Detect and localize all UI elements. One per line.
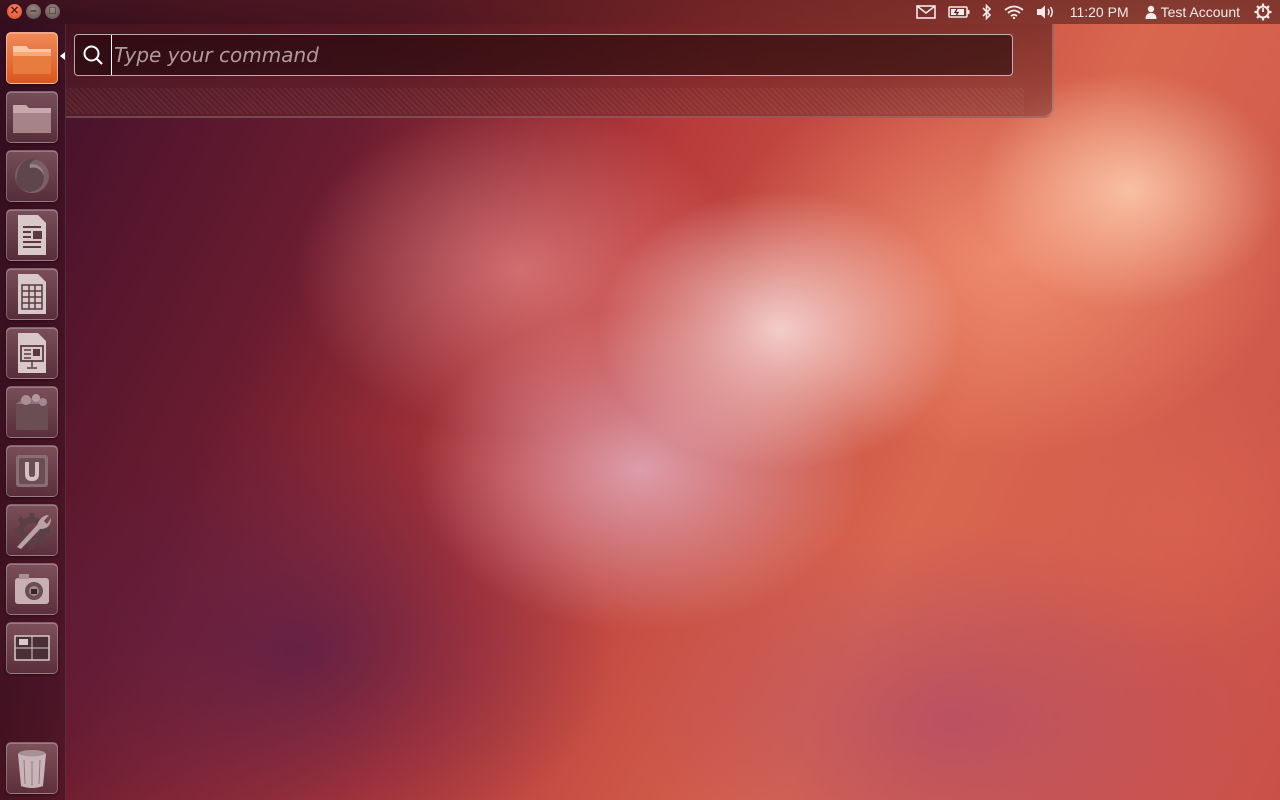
volume-icon[interactable] bbox=[1030, 0, 1062, 24]
mail-icon[interactable] bbox=[910, 0, 942, 24]
launcher-dash-home-button[interactable] bbox=[6, 32, 58, 84]
launcher-workspace-switcher-button[interactable] bbox=[6, 622, 58, 674]
minimize-window-button[interactable]: – bbox=[26, 4, 41, 19]
close-window-button[interactable]: ✕ bbox=[7, 4, 22, 19]
desktop-wallpaper bbox=[0, 0, 1280, 800]
launcher bbox=[0, 24, 66, 800]
folder-orange-icon bbox=[13, 46, 51, 74]
user-name: Test Account bbox=[1160, 4, 1240, 20]
launcher-files-button[interactable] bbox=[6, 91, 58, 143]
camera-icon bbox=[15, 574, 49, 604]
folder-icon bbox=[13, 105, 51, 133]
presentation-icon bbox=[18, 333, 46, 373]
spreadsheet-icon bbox=[18, 274, 46, 314]
ubuntu-one-icon bbox=[16, 455, 48, 487]
launcher-trash-button[interactable] bbox=[6, 742, 58, 794]
launcher-system-settings-button[interactable] bbox=[6, 504, 58, 556]
hud-results-strip bbox=[66, 88, 1024, 114]
active-indicator bbox=[60, 52, 65, 60]
launcher-impress-button[interactable] bbox=[6, 327, 58, 379]
launcher-firefox-button[interactable] bbox=[6, 150, 58, 202]
shopping-bag-icon bbox=[16, 394, 48, 430]
launcher-ubuntu-one-button[interactable] bbox=[6, 445, 58, 497]
window-controls: ✕ – □ bbox=[7, 4, 60, 19]
trash-icon bbox=[18, 750, 46, 788]
maximize-window-button[interactable]: □ bbox=[45, 4, 60, 19]
user-menu[interactable]: Test Account bbox=[1137, 0, 1248, 24]
user-icon bbox=[1145, 5, 1157, 19]
indicator-area: 11:20 PM Test Account bbox=[910, 0, 1280, 24]
workspace-switcher-icon bbox=[14, 635, 50, 661]
clock[interactable]: 11:20 PM bbox=[1062, 0, 1137, 24]
battery-icon[interactable] bbox=[942, 0, 976, 24]
settings-icon bbox=[14, 513, 51, 549]
firefox-icon bbox=[15, 158, 49, 193]
hud-overlay bbox=[66, 24, 1054, 118]
search-icon bbox=[77, 34, 109, 76]
launcher-writer-button[interactable] bbox=[6, 209, 58, 261]
hud-search-box[interactable] bbox=[74, 34, 1013, 76]
bluetooth-icon[interactable] bbox=[976, 0, 998, 24]
session-menu-icon[interactable] bbox=[1248, 0, 1280, 24]
launcher-shotwell-button[interactable] bbox=[6, 563, 58, 615]
launcher-software-center-button[interactable] bbox=[6, 386, 58, 438]
launcher-calc-button[interactable] bbox=[6, 268, 58, 320]
document-icon bbox=[18, 215, 46, 255]
wifi-icon[interactable] bbox=[998, 0, 1030, 24]
top-panel: ✕ – □ 11:20 PM Test Account bbox=[0, 0, 1280, 24]
hud-command-input[interactable] bbox=[111, 35, 1012, 75]
